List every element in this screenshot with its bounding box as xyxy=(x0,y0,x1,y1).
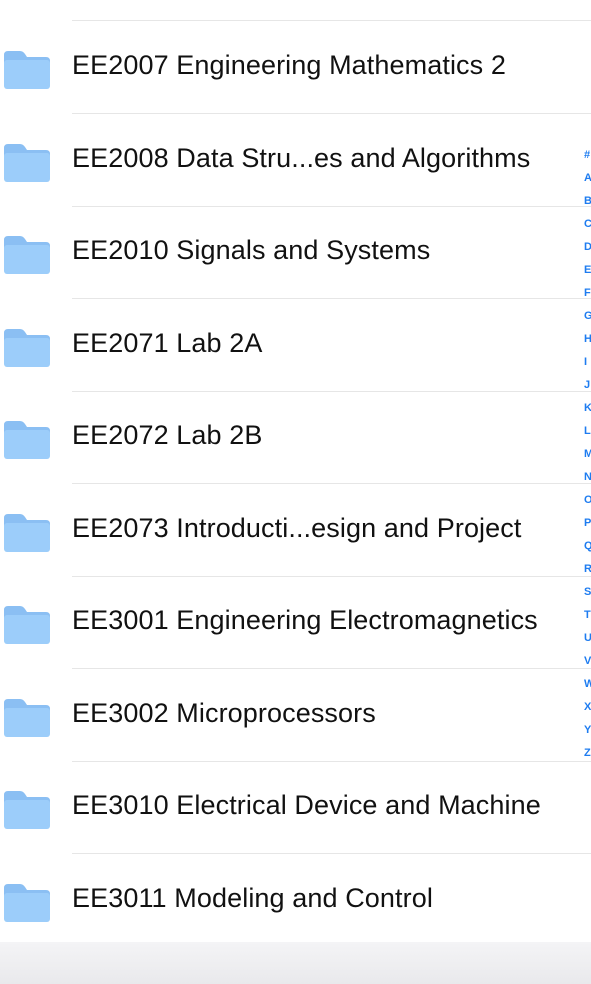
folder-name: EE2071 Lab 2A xyxy=(72,327,263,358)
index-letter[interactable]: K xyxy=(584,403,591,414)
folder-row[interactable]: EE2072 Lab 2B xyxy=(0,392,591,484)
folder-row[interactable]: EE2007 Engineering Mathematics 2 xyxy=(0,22,591,114)
index-letter[interactable]: Q xyxy=(584,541,591,552)
index-letter[interactable]: G xyxy=(584,311,591,322)
folder-name: EE2010 Signals and Systems xyxy=(72,235,431,265)
index-letter[interactable]: J xyxy=(584,380,591,391)
folder-name: EE2008 Data Stru...es and Algorithms xyxy=(72,142,531,173)
folder-name: EE3002 Microprocessors xyxy=(72,697,376,728)
index-letter[interactable]: P xyxy=(584,518,591,529)
folder-row[interactable]: EE3001 Engineering Electromagnetics xyxy=(0,577,591,669)
folder-icon xyxy=(2,142,52,184)
index-letter[interactable]: N xyxy=(584,472,591,483)
bottom-toolbar-area xyxy=(0,942,591,984)
index-letter[interactable]: H xyxy=(584,334,591,345)
index-letter[interactable]: V xyxy=(584,656,591,667)
folder-row[interactable]: EE2008 Data Stru...es and Algorithms xyxy=(0,115,591,207)
folder-name: EE3011 Modeling and Control xyxy=(72,882,433,913)
index-letter[interactable]: C xyxy=(584,219,591,230)
index-letter[interactable]: S xyxy=(584,587,591,598)
index-letter[interactable]: B xyxy=(584,196,591,207)
folder-name: EE2073 Introducti...esign and Project xyxy=(72,512,522,543)
index-letter[interactable]: U xyxy=(584,633,591,644)
folder-icon xyxy=(2,419,52,461)
folder-row[interactable]: EE2073 Introducti...esign and Project xyxy=(0,485,591,577)
folder-name: EE3010 Electrical Device and Machine xyxy=(72,790,541,820)
folder-row[interactable]: EE3002 Microprocessors xyxy=(0,670,591,762)
folder-row[interactable]: EE3011 Modeling and Control xyxy=(0,855,591,947)
index-letter[interactable]: # xyxy=(584,150,591,161)
folder-icon xyxy=(2,882,52,924)
index-letter[interactable]: L xyxy=(584,426,591,437)
folder-icon xyxy=(2,604,52,646)
index-letter[interactable]: I xyxy=(584,357,591,368)
index-letter[interactable]: F xyxy=(584,288,591,299)
folder-name: EE2072 Lab 2B xyxy=(72,420,263,450)
folder-icon xyxy=(2,697,52,739)
folder-name: EE2007 Engineering Mathematics 2 xyxy=(72,50,506,80)
folder-row[interactable]: EE3010 Electrical Device and Machine xyxy=(0,762,591,854)
folder-icon xyxy=(2,327,52,369)
index-letter[interactable]: Y xyxy=(584,725,591,736)
index-letter[interactable]: W xyxy=(584,679,591,690)
index-letter[interactable]: R xyxy=(584,564,591,575)
index-letter[interactable]: M xyxy=(584,449,591,460)
index-letter[interactable]: T xyxy=(584,610,591,621)
folder-icon xyxy=(2,512,52,554)
index-letter[interactable]: X xyxy=(584,702,591,713)
folder-icon xyxy=(2,49,52,91)
folder-icon xyxy=(2,234,52,276)
index-letter[interactable]: E xyxy=(584,265,591,276)
index-letter[interactable]: Z xyxy=(584,748,591,759)
index-letter[interactable]: O xyxy=(584,495,591,506)
index-letter[interactable]: D xyxy=(584,242,591,253)
file-browser-screen: EE2007 Engineering Mathematics 2 EE2008 D… xyxy=(0,0,591,984)
section-index-bar[interactable]: # A B C D E F G H I J K L M N O P Q R S T U V W X Y Z xyxy=(584,150,591,770)
folder-row[interactable]: EE2071 Lab 2A xyxy=(0,300,591,392)
folder-name: EE3001 Engineering Electromagnetics xyxy=(72,605,538,635)
folder-row[interactable]: EE2010 Signals and Systems xyxy=(0,207,591,299)
top-separator xyxy=(72,20,591,21)
index-letter[interactable]: A xyxy=(584,173,591,184)
folder-icon xyxy=(2,789,52,831)
